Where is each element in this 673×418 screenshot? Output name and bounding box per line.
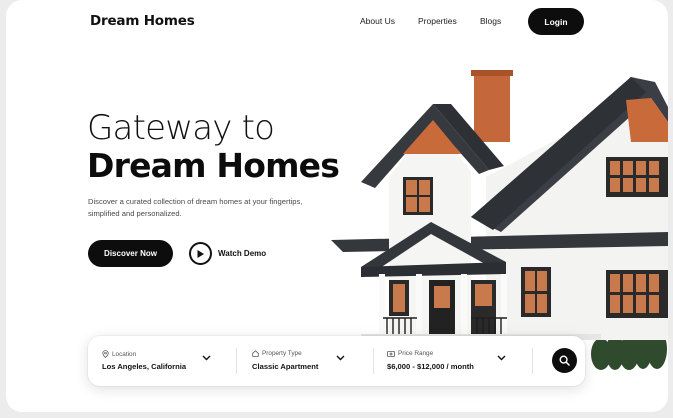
watch-demo-button[interactable]: Watch Demo xyxy=(189,242,266,265)
discover-now-button[interactable]: Discover Now xyxy=(88,240,173,267)
property-type-label: Property Type xyxy=(262,350,302,357)
divider xyxy=(373,348,374,374)
hero-title-line2: Dream Homes xyxy=(87,146,340,185)
nav-link-properties[interactable]: Properties xyxy=(418,16,457,26)
chevron-down-icon[interactable] xyxy=(497,355,506,361)
location-value: Los Angeles, California xyxy=(102,362,187,371)
money-icon xyxy=(387,350,395,357)
property-type-value: Classic Apartment xyxy=(252,362,319,371)
hero-subtitle: Discover a curated collection of dream h… xyxy=(88,197,303,218)
watch-demo-label: Watch Demo xyxy=(218,249,267,258)
price-range-value: $6,000 - $12,000 / month xyxy=(387,362,474,371)
property-type-dropdown[interactable]: Property Type Classic Apartment xyxy=(252,336,372,386)
price-range-label-row: Price Range xyxy=(387,350,433,357)
divider xyxy=(532,348,533,374)
login-button[interactable]: Login xyxy=(528,8,584,35)
property-search-bar: Location Los Angeles, California Propert… xyxy=(88,336,585,386)
nav-link-blogs[interactable]: Blogs xyxy=(480,16,501,26)
location-label-row: Location xyxy=(102,350,136,358)
property-type-label-row: Property Type xyxy=(252,350,302,357)
map-pin-icon xyxy=(102,350,109,358)
brand-logo[interactable]: Dream Homes xyxy=(90,13,195,29)
top-navbar: Dream Homes About Us Properties Blogs Lo… xyxy=(6,0,668,40)
nav-link-about-us[interactable]: About Us xyxy=(360,16,395,26)
price-range-label: Price Range xyxy=(398,350,434,357)
location-label: Location xyxy=(112,350,137,358)
location-dropdown[interactable]: Location Los Angeles, California xyxy=(102,336,212,386)
play-icon[interactable] xyxy=(189,242,212,265)
home-icon xyxy=(252,350,259,357)
divider xyxy=(236,348,237,374)
hero-title-line1: Gateway to xyxy=(87,108,275,148)
chevron-down-icon[interactable] xyxy=(336,355,345,361)
search-button[interactable] xyxy=(552,348,577,373)
chevron-down-icon[interactable] xyxy=(202,355,211,361)
search-icon xyxy=(559,355,570,366)
page-frame: Dream Homes About Us Properties Blogs Lo… xyxy=(6,0,668,412)
house-image xyxy=(331,70,668,370)
price-range-dropdown[interactable]: Price Range $6,000 - $12,000 / month xyxy=(387,336,522,386)
